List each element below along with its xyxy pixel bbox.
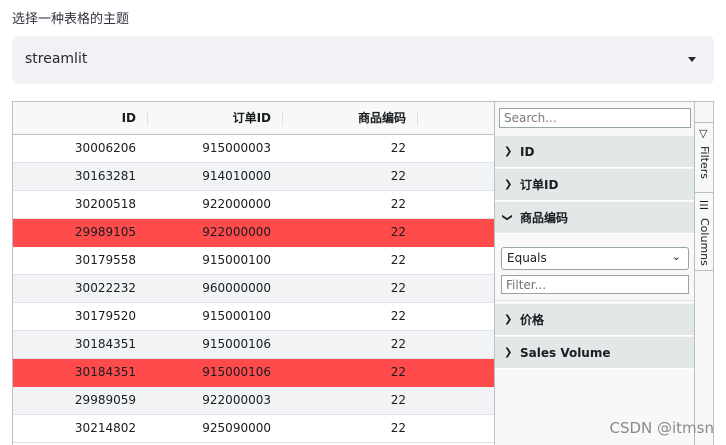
columns-icon: ☰ bbox=[699, 199, 709, 212]
cell-id[interactable]: 30214802 bbox=[13, 415, 136, 442]
header-product-code[interactable]: 商品编码 bbox=[283, 102, 406, 135]
filter-group-price[interactable]: ❯ 价格 bbox=[495, 304, 695, 336]
cell-product-code[interactable]: 22 bbox=[283, 247, 406, 274]
cell-product-code[interactable]: 22 bbox=[283, 191, 406, 218]
filter-group-label: 订单ID bbox=[520, 178, 559, 192]
grid-header: ID 订单ID 商品编码 bbox=[13, 102, 494, 135]
chevron-down-icon: ❯ bbox=[501, 213, 513, 222]
cell-product-code[interactable]: 22 bbox=[283, 275, 406, 302]
cell-order-id[interactable]: 915000003 bbox=[148, 135, 271, 162]
cell-product-code[interactable]: 22 bbox=[283, 135, 406, 162]
filter-operator-value: Equals bbox=[507, 251, 547, 265]
filters-side-button[interactable]: ▽ Filters bbox=[695, 122, 713, 192]
table-row[interactable]: 29989105 922000000 22 bbox=[13, 219, 494, 247]
chevron-right-icon: ❯ bbox=[504, 347, 513, 358]
filter-value-input[interactable] bbox=[501, 275, 689, 294]
columns-side-label: Columns bbox=[698, 218, 711, 266]
filter-group-id[interactable]: ❯ ID bbox=[495, 136, 695, 168]
header-separator[interactable] bbox=[417, 111, 418, 126]
data-grid: ID 订单ID 商品编码 30006206 915000003 22 30163281… bbox=[12, 101, 714, 445]
cell-order-id[interactable]: 922000000 bbox=[148, 219, 271, 246]
chevron-right-icon: ❯ bbox=[504, 314, 513, 325]
filter-search-input[interactable] bbox=[499, 108, 691, 128]
theme-prompt-label: 选择一种表格的主题 bbox=[12, 12, 130, 27]
chevron-down-icon: ⌄ bbox=[671, 250, 681, 263]
filter-group-sales-volume[interactable]: ❯ Sales Volume bbox=[495, 337, 695, 369]
cell-order-id[interactable]: 922000000 bbox=[148, 191, 271, 218]
cell-product-code[interactable]: 22 bbox=[283, 163, 406, 190]
header-order-id[interactable]: 订单ID bbox=[148, 102, 271, 135]
theme-select-value: streamlit bbox=[25, 51, 88, 67]
table-row[interactable]: 30179520 915000100 22 bbox=[13, 303, 494, 331]
cell-product-code[interactable]: 22 bbox=[283, 331, 406, 358]
cell-id[interactable]: 29989059 bbox=[13, 387, 136, 414]
cell-order-id[interactable]: 914010000 bbox=[148, 163, 271, 190]
cell-product-code[interactable]: 22 bbox=[283, 387, 406, 414]
filter-group-label: 价格 bbox=[520, 313, 545, 327]
table-row[interactable]: 30214802 925090000 22 bbox=[13, 415, 494, 443]
table-row[interactable]: 30200518 922000000 22 bbox=[13, 191, 494, 219]
filter-group-product-code[interactable]: ❯ 商品编码 bbox=[495, 202, 695, 234]
chevron-down-icon bbox=[688, 57, 696, 62]
filters-side-label: Filters bbox=[698, 146, 711, 179]
cell-order-id[interactable]: 915000100 bbox=[148, 247, 271, 274]
filter-group-label: Sales Volume bbox=[520, 346, 611, 360]
filter-tool-panel: ❯ ID ❯ 订单ID ❯ 商品编码 Equals ⌄ ❯ 价格 ❯ Sales… bbox=[494, 102, 695, 445]
side-bar: ▽ Filters ☰ Columns bbox=[694, 102, 713, 445]
filter-group-order-id[interactable]: ❯ 订单ID bbox=[495, 169, 695, 201]
cell-product-code[interactable]: 22 bbox=[283, 219, 406, 246]
cell-id[interactable]: 30184351 bbox=[13, 331, 136, 358]
filter-operator-select[interactable]: Equals ⌄ bbox=[501, 247, 689, 270]
theme-select[interactable]: streamlit bbox=[12, 36, 714, 84]
filter-group-body: Equals ⌄ bbox=[495, 235, 695, 301]
side-bar-divider bbox=[695, 192, 713, 193]
cell-order-id[interactable]: 915000106 bbox=[148, 331, 271, 358]
table-row[interactable]: 30163281 914010000 22 bbox=[13, 163, 494, 191]
cell-id[interactable]: 30006206 bbox=[13, 135, 136, 162]
funnel-icon: ▽ bbox=[699, 127, 708, 140]
side-bar-divider bbox=[695, 270, 713, 271]
cell-id[interactable]: 30163281 bbox=[13, 163, 136, 190]
table-row[interactable]: 30006206 915000003 22 bbox=[13, 135, 494, 163]
table-row[interactable]: 30022232 960000000 22 bbox=[13, 275, 494, 303]
cell-order-id[interactable]: 922000003 bbox=[148, 387, 271, 414]
cell-id[interactable]: 30179520 bbox=[13, 303, 136, 330]
cell-id[interactable]: 30022232 bbox=[13, 275, 136, 302]
cell-id[interactable]: 30179558 bbox=[13, 247, 136, 274]
columns-side-button[interactable]: ☰ Columns bbox=[695, 194, 713, 270]
table-row[interactable]: 30184351 915000106 22 bbox=[13, 359, 494, 387]
grid-body: ID 订单ID 商品编码 30006206 915000003 22 30163281… bbox=[13, 102, 494, 445]
cell-order-id[interactable]: 915000100 bbox=[148, 303, 271, 330]
filter-group-label: 商品编码 bbox=[520, 211, 569, 225]
table-row[interactable]: 30179558 915000100 22 bbox=[13, 247, 494, 275]
cell-id[interactable]: 30184351 bbox=[13, 359, 136, 386]
cell-product-code[interactable]: 22 bbox=[283, 303, 406, 330]
chevron-right-icon: ❯ bbox=[504, 146, 513, 157]
watermark: CSDN @itmsn bbox=[609, 419, 714, 437]
chevron-right-icon: ❯ bbox=[504, 179, 513, 190]
cell-id[interactable]: 30200518 bbox=[13, 191, 136, 218]
cell-order-id[interactable]: 915000106 bbox=[148, 359, 271, 386]
cell-order-id[interactable]: 925090000 bbox=[148, 415, 271, 442]
header-id[interactable]: ID bbox=[13, 102, 136, 135]
table-row[interactable]: 30184351 915000106 22 bbox=[13, 331, 494, 359]
filter-group-label: ID bbox=[520, 145, 535, 159]
table-row[interactable]: 29989059 922000003 22 bbox=[13, 387, 494, 415]
cell-product-code[interactable]: 22 bbox=[283, 359, 406, 386]
cell-order-id[interactable]: 960000000 bbox=[148, 275, 271, 302]
cell-product-code[interactable]: 22 bbox=[283, 415, 406, 442]
cell-id[interactable]: 29989105 bbox=[13, 219, 136, 246]
